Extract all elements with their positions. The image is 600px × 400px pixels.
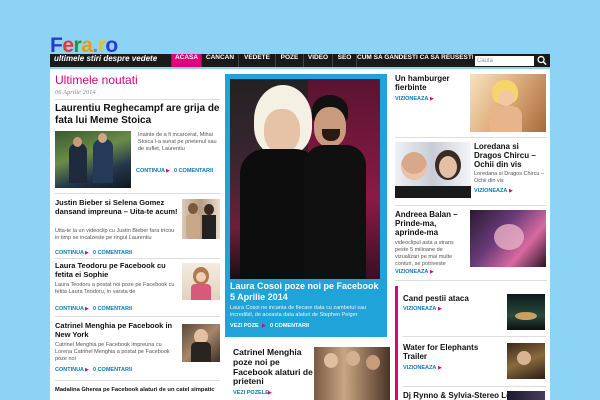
- nav-item-cum-sa-gandesti[interactable]: CUM SA GANDESTI CA SA REUSESTI: [356, 54, 473, 67]
- post-title-teodoru[interactable]: Laura Teodoru pe Facebook cu fetita ei S…: [55, 261, 180, 279]
- post-image-bieber[interactable]: [182, 199, 220, 239]
- arrow-icon: ▶: [430, 96, 434, 102]
- post-date: 06 Aprilie 2014: [55, 89, 96, 96]
- video-more-balan[interactable]: VIZIONEAZA: [395, 269, 428, 275]
- main-post-comments[interactable]: 0 COMENTARII: [174, 168, 213, 174]
- post-continue-teodoru[interactable]: CONTINUA: [55, 306, 84, 312]
- video-thumb-rynno[interactable]: [507, 391, 545, 400]
- video-thumb-balan[interactable]: [470, 210, 546, 267]
- search-input[interactable]: [475, 56, 534, 66]
- video-title-balan[interactable]: Andreea Balan – Prinde-ma, aprinde-ma: [395, 210, 465, 238]
- post-image-menghia[interactable]: [182, 324, 220, 362]
- arrow-icon: ▶: [430, 269, 434, 275]
- featured-image[interactable]: [230, 79, 380, 279]
- nav-item-video[interactable]: VIDEO: [303, 54, 332, 67]
- arrow-icon: ▶: [85, 367, 89, 373]
- featured-comments[interactable]: 0 COMENTARII: [270, 323, 309, 329]
- post-title-gherea[interactable]: Madalina Gherea pe Facebook alaturi de u…: [55, 387, 225, 394]
- video-excerpt-balan: videoclipul asta a strans peste 5 milioa…: [395, 240, 454, 267]
- post-excerpt-teodoru: Laura Teodoru a postat noi poze pe Faceb…: [55, 282, 175, 295]
- video-more-elephants[interactable]: VIZIONEAZA: [403, 365, 436, 371]
- post-continue-menghia[interactable]: CONTINUA: [55, 367, 84, 373]
- video-more-pestii[interactable]: VIZIONEAZA: [403, 306, 436, 312]
- post-image-teodoru[interactable]: [182, 263, 220, 300]
- nav-item-poze[interactable]: POZE: [275, 54, 303, 67]
- post-comments-bieber[interactable]: 0 COMENTARII: [93, 250, 132, 256]
- post-excerpt-menghia: Catrinel Menghia pe Facebook impreuna cu…: [55, 342, 170, 362]
- accent-bar: [395, 286, 398, 400]
- section-title: Ultimele noutati: [55, 73, 138, 87]
- post-more-menghia-prieteni[interactable]: VEZI POZELE: [233, 390, 269, 396]
- video-title-pestii[interactable]: Cand pestii ataca: [403, 294, 503, 303]
- arrow-icon: ▶: [85, 306, 89, 312]
- video-title-hamburger[interactable]: Un hamburger fierbinte: [395, 74, 465, 92]
- featured-title[interactable]: Laura Cosoi poze noi pe Facebook 5 April…: [230, 281, 382, 303]
- arrow-icon: ▶: [268, 390, 272, 396]
- video-thumb-elephants[interactable]: [507, 343, 545, 379]
- nav-item-cancan[interactable]: CANCAN: [201, 54, 238, 67]
- video-excerpt-loredana: Loredana si Dragos Chircu – Ochii din vi…: [474, 171, 545, 184]
- video-thumb-pestii[interactable]: [507, 294, 545, 330]
- post-comments-teodoru[interactable]: 0 COMENTARII: [93, 306, 132, 312]
- main-post-title[interactable]: Laurentiu Reghecampf are grija de fata l…: [55, 103, 223, 126]
- search-icon[interactable]: [536, 55, 548, 66]
- main-post-image[interactable]: [55, 131, 131, 188]
- post-excerpt-bieber: Uita-te la un videoclip cu Justin Bieber…: [55, 228, 175, 241]
- video-title-elephants[interactable]: Water for Elephants Trailer: [403, 343, 503, 361]
- post-title-bieber[interactable]: Justin Bieber si Selena Gomez dansand im…: [55, 198, 180, 216]
- arrow-icon: ▶: [262, 323, 266, 329]
- arrow-icon: ▶: [438, 306, 442, 312]
- video-thumb-loredana[interactable]: [395, 142, 471, 198]
- post-title-menghia[interactable]: Catrinel Menghia pe Facebook in New York: [55, 321, 180, 339]
- arrow-icon: ▶: [166, 168, 170, 174]
- main-post-excerpt: Inainte de a fi incarcerat, Mihai Stoica…: [138, 132, 217, 152]
- video-thumb-hamburger[interactable]: [470, 74, 546, 132]
- video-title-loredana[interactable]: Loredana si Dragos Chircu – Ochii din vi…: [474, 142, 546, 170]
- main-post-continue[interactable]: CONTINUA: [136, 168, 165, 174]
- featured-more-link[interactable]: VEZI POZE: [230, 323, 259, 329]
- arrow-icon: ▶: [85, 250, 89, 256]
- post-image-menghia-prieteni[interactable]: [314, 347, 390, 400]
- arrow-icon: ▶: [438, 365, 442, 371]
- nav-item-vedete[interactable]: VEDETE: [238, 54, 275, 67]
- video-title-rynno[interactable]: Dj Rynno & Sylvia-Stereo Love: [403, 391, 520, 400]
- nav-item-acasa[interactable]: ACASA: [171, 54, 201, 67]
- post-title-menghia-prieteni[interactable]: Catrinel Menghia poze noi pe Facebook al…: [233, 347, 313, 387]
- post-continue-bieber[interactable]: CONTINUA: [55, 250, 84, 256]
- nav-item-seo[interactable]: SEO: [332, 54, 356, 67]
- arrow-icon: ▶: [509, 188, 513, 194]
- featured-excerpt: Laura Cosoi ne incanta de fiecare data c…: [230, 305, 367, 318]
- site-tagline: ultimele stiri despre vedete: [54, 54, 158, 63]
- video-more-loredana[interactable]: VIZIONEAZA: [474, 188, 507, 194]
- video-more-hamburger[interactable]: VIZIONEAZA: [395, 96, 428, 102]
- post-comments-menghia[interactable]: 0 COMENTARII: [93, 367, 132, 373]
